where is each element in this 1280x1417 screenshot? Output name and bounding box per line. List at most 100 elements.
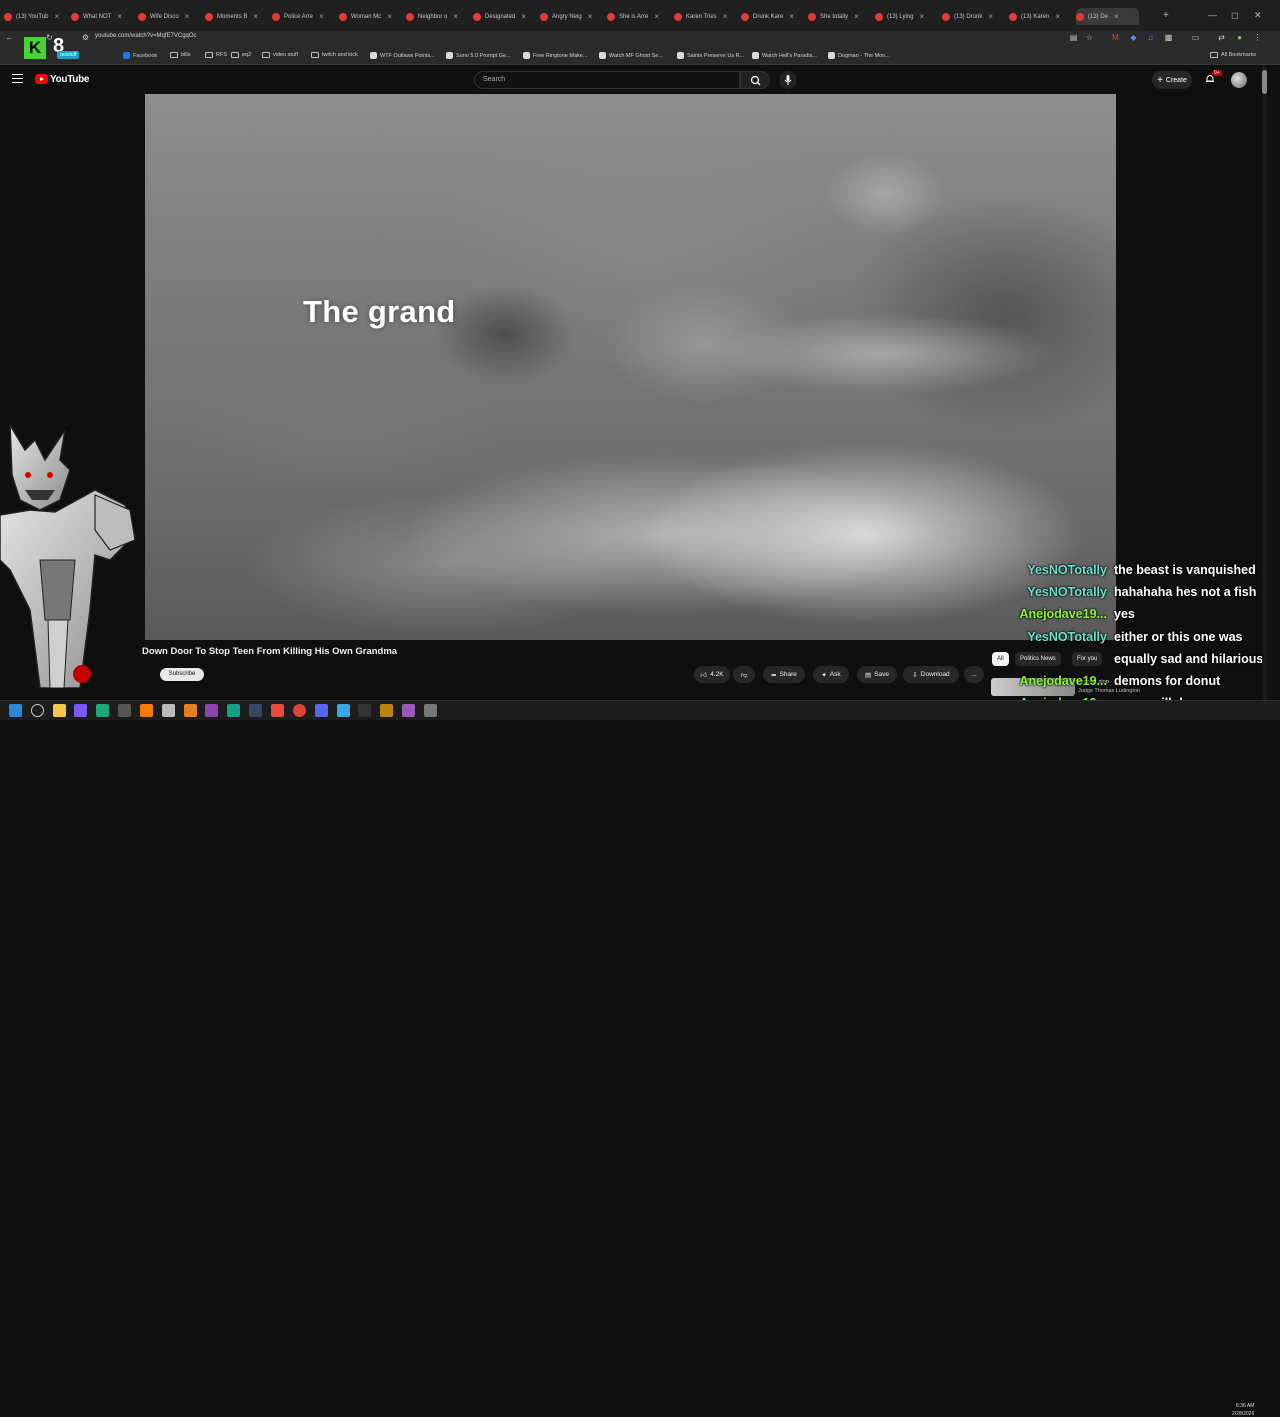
install-icon[interactable]: ▤ xyxy=(1068,32,1079,43)
create-button[interactable]: + Create xyxy=(1152,71,1192,89)
extension-m-icon[interactable]: M xyxy=(1110,32,1121,43)
browser-tab[interactable]: Woman Mc × xyxy=(339,8,402,25)
youtube-logo-text[interactable]: YouTube xyxy=(50,74,90,85)
bookmark-item[interactable]: Dogman - The Mon... xyxy=(828,52,890,59)
close-tab-icon[interactable]: × xyxy=(185,12,190,21)
minimize-icon[interactable]: — xyxy=(1208,10,1217,20)
close-tab-icon[interactable]: × xyxy=(654,12,659,21)
search-button[interactable] xyxy=(740,71,770,89)
browser-tab[interactable]: Karen Tries × xyxy=(674,8,737,25)
dislike-button[interactable]: 👎︎ xyxy=(733,666,755,683)
sidepanel-icon[interactable]: ▭ xyxy=(1190,32,1201,43)
browser-tab[interactable]: Designated × xyxy=(473,8,536,25)
browser-tab[interactable]: (13) YouTub × xyxy=(4,8,67,25)
browser-tab[interactable]: (13) Lying × xyxy=(875,8,938,25)
bookmark-item[interactable]: Suno 5.0 Prompt Ge... xyxy=(446,52,511,59)
bookmark-item[interactable]: twitch and kick xyxy=(311,52,358,58)
extension-icon[interactable]: ◆ xyxy=(1128,32,1139,43)
video-player[interactable]: The grand xyxy=(145,94,1116,640)
page-scrollbar-thumb[interactable] xyxy=(1262,70,1267,94)
bookmark-item[interactable]: bills xyxy=(170,52,190,58)
bookmark-item[interactable]: Watch Hell's Paradis... xyxy=(752,52,817,59)
taskbar-clock-date[interactable]: 2/28/2026 xyxy=(1232,1411,1254,1417)
bookmark-item[interactable]: Free Ringtone Make... xyxy=(523,52,587,59)
close-tab-icon[interactable]: × xyxy=(854,12,859,21)
file-explorer-icon[interactable] xyxy=(53,704,66,717)
account-avatar[interactable] xyxy=(1231,72,1247,88)
chrome-icon[interactable] xyxy=(293,704,306,717)
app-icon-1[interactable] xyxy=(74,704,87,717)
browser-tab[interactable]: (13) Drunk × xyxy=(942,8,1005,25)
back-icon[interactable]: ← xyxy=(4,32,15,43)
bookmark-item[interactable]: Facebook xyxy=(123,52,157,59)
browser-tab[interactable]: Drunk Kare × xyxy=(741,8,804,25)
extension-audio-icon[interactable]: ♫ xyxy=(1145,32,1156,43)
close-tab-icon[interactable]: × xyxy=(54,12,59,21)
bookmark-item[interactable]: RFS xyxy=(205,52,227,58)
app-icon-13[interactable] xyxy=(424,704,437,717)
close-tab-icon[interactable]: × xyxy=(319,12,324,21)
bookmark-item[interactable]: Watch MF Ghost Se... xyxy=(599,52,663,59)
extensions-puzzle-icon[interactable]: ▩ xyxy=(1163,32,1174,43)
ask-button[interactable]: ✦ Ask xyxy=(813,666,849,683)
close-tab-icon[interactable]: × xyxy=(521,12,526,21)
share-button[interactable]: ➦ Share xyxy=(763,666,805,683)
obs-icon[interactable] xyxy=(358,704,371,717)
close-tab-icon[interactable]: × xyxy=(453,12,458,21)
all-bookmarks-link[interactable]: All Bookmarks xyxy=(1210,52,1256,58)
browser-tab[interactable]: (13) Karen × xyxy=(1009,8,1072,25)
hamburger-menu-icon[interactable] xyxy=(12,74,23,83)
like-button[interactable]: 👍︎ 4.2K xyxy=(694,666,730,683)
app-icon-2[interactable] xyxy=(96,704,109,717)
app-icon-6[interactable] xyxy=(205,704,218,717)
filter-chip[interactable]: All xyxy=(992,652,1009,666)
app-icon-9[interactable] xyxy=(271,704,284,717)
close-tab-icon[interactable]: × xyxy=(1055,12,1060,21)
close-tab-icon[interactable]: × xyxy=(919,12,924,21)
new-tab-button[interactable]: + xyxy=(1163,10,1169,21)
browser-tab[interactable]: She totally × xyxy=(808,8,871,25)
bookmark-star-icon[interactable]: ☆ xyxy=(1084,32,1095,43)
app-icon-10[interactable] xyxy=(337,704,350,717)
more-actions-button[interactable]: ... xyxy=(964,666,984,683)
menu-dots-icon[interactable]: ⋮ xyxy=(1252,32,1263,43)
bookmark-item[interactable]: video stuff xyxy=(262,52,298,58)
browser-tab[interactable]: Moments B × xyxy=(205,8,268,25)
chrome-update-icon[interactable]: ⇄ xyxy=(1216,32,1227,43)
site-info-icon[interactable]: ⚙ xyxy=(80,32,91,43)
browser-tab[interactable]: She is Arre × xyxy=(607,8,670,25)
app-icon-3[interactable] xyxy=(118,704,131,717)
bookmark-item[interactable]: WTF Outlaws Points... xyxy=(370,52,435,59)
subscribe-button[interactable]: Subscribe xyxy=(160,668,204,681)
app-icon-4[interactable] xyxy=(162,704,175,717)
save-button[interactable]: ▤ Save xyxy=(857,666,897,683)
browser-tab[interactable]: Police Arre × xyxy=(272,8,335,25)
vlc-icon[interactable] xyxy=(140,704,153,717)
maximize-icon[interactable]: ◻ xyxy=(1231,10,1238,21)
app-icon-12[interactable] xyxy=(402,704,415,717)
search-input[interactable]: Search xyxy=(474,71,740,89)
voice-search-button[interactable] xyxy=(779,71,797,89)
app-icon-8[interactable] xyxy=(249,704,262,717)
close-window-icon[interactable]: ✕ xyxy=(1254,10,1262,21)
discord-icon[interactable] xyxy=(315,704,328,717)
close-tab-icon[interactable]: × xyxy=(588,12,593,21)
taskbar-search-icon[interactable] xyxy=(31,704,44,717)
close-tab-icon[interactable]: × xyxy=(117,12,122,21)
close-tab-icon[interactable]: × xyxy=(253,12,258,21)
url-field[interactable]: youtube.com/watch?v=MqfE7VCgqOc xyxy=(95,33,197,39)
app-icon-11[interactable] xyxy=(380,704,393,717)
close-tab-icon[interactable]: × xyxy=(387,12,392,21)
page-scrollbar-track[interactable] xyxy=(1262,66,1267,700)
youtube-logo-icon[interactable] xyxy=(35,74,48,84)
bookmark-item[interactable]: Saints Preserve Us R... xyxy=(677,52,744,59)
browser-tab[interactable]: Angry Neig × xyxy=(540,8,603,25)
filter-chip[interactable]: Politics News xyxy=(1015,652,1061,666)
browser-tab[interactable]: Wife Disco × xyxy=(138,8,201,25)
close-tab-icon[interactable]: × xyxy=(723,12,728,21)
bookmark-item[interactable]: eq2 xyxy=(231,52,251,58)
app-icon-7[interactable] xyxy=(227,704,240,717)
start-icon[interactable] xyxy=(9,704,22,717)
download-button[interactable]: ⇩ Download xyxy=(903,666,959,683)
browser-tab[interactable]: What NOT × xyxy=(71,8,134,25)
